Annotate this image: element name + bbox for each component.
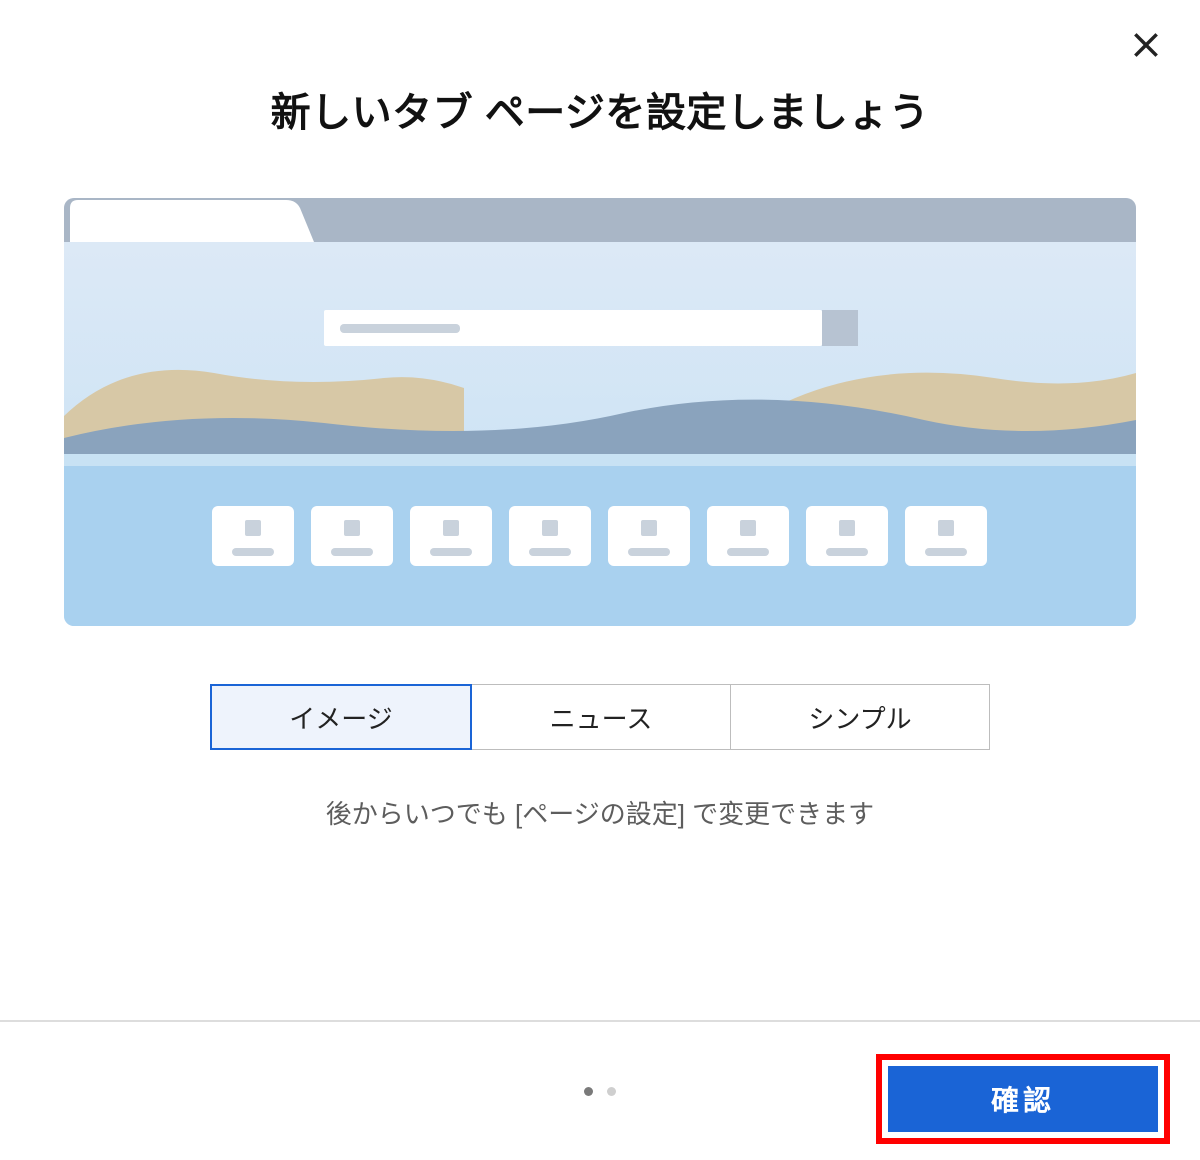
confirm-button[interactable]: 確認: [888, 1066, 1158, 1132]
confirm-highlight: 確認: [876, 1054, 1170, 1144]
segmented-option-simple[interactable]: シンプル: [731, 684, 990, 750]
close-button[interactable]: [1124, 24, 1168, 68]
segmented-option-news[interactable]: ニュース: [472, 684, 731, 750]
close-icon: [1130, 29, 1162, 61]
hint-text: 後からいつでも [ページの設定] で変更できます: [0, 794, 1200, 831]
dialog-footer: 確認: [0, 1020, 1200, 1160]
pager-dot: [584, 1087, 593, 1096]
layout-preview-image: [64, 198, 1136, 626]
pager-dots: [584, 1087, 616, 1096]
layout-segmented-control: イメージ ニュース シンプル: [210, 684, 990, 750]
segmented-option-image[interactable]: イメージ: [210, 684, 472, 750]
pager-dot: [607, 1087, 616, 1096]
new-tab-setup-dialog: 新しいタブ ページを設定しましょう: [0, 0, 1200, 1160]
dialog-title: 新しいタブ ページを設定しましょう: [0, 80, 1200, 138]
